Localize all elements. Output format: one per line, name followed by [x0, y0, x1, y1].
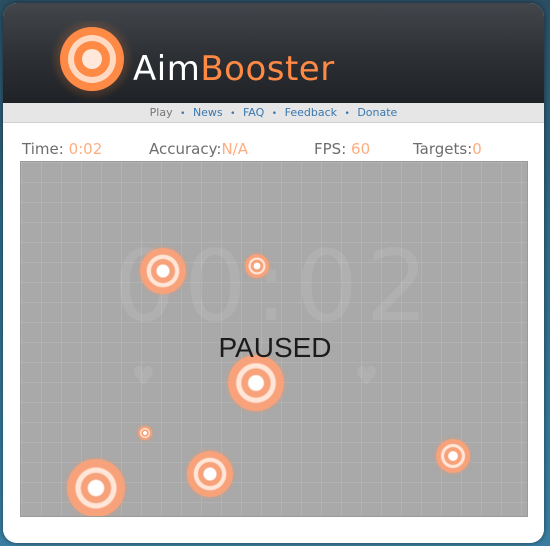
target[interactable] [245, 254, 269, 278]
stats-bar: Time: 0:02 Accuracy:N/A FPS: 60 Targets:… [3, 137, 544, 161]
target[interactable] [138, 426, 152, 440]
logo-wordmark[interactable]: AimBooster [133, 49, 335, 89]
time-colon: : [58, 140, 64, 158]
nav-feedback-link[interactable]: Feedback [285, 106, 337, 119]
nav-play-link[interactable]: Play [150, 106, 173, 119]
nav-separator: • [180, 109, 186, 119]
fps-value: 60 [351, 140, 371, 158]
game-arena[interactable]: 00:02 ♥ ♥ ♥ PAUSED [20, 161, 528, 517]
accuracy-label: Accuracy [149, 140, 217, 158]
stat-fps: FPS: 60 [314, 137, 370, 161]
logo-word-booster: Booster [200, 49, 335, 89]
target[interactable] [67, 459, 125, 516]
nav-donate-link[interactable]: Donate [357, 106, 397, 119]
paused-label: PAUSED [218, 332, 332, 363]
nav-separator: • [271, 109, 278, 119]
footer-padding [3, 517, 544, 543]
time-label: Time [22, 140, 59, 158]
nav-separator: • [230, 109, 236, 119]
header: AimBooster [3, 3, 544, 103]
game-window: AimBooster Play • News • FAQ • Feedback … [3, 3, 544, 543]
nav-separator: • [344, 109, 350, 119]
targets-value: 0 [472, 140, 482, 158]
stat-time: Time: 0:02 [22, 137, 102, 161]
fps-label: FPS [314, 140, 342, 158]
nav-news-link[interactable]: News [193, 106, 223, 119]
background-timer: 00:02 [113, 230, 437, 344]
concentric-target-icon[interactable] [49, 21, 135, 107]
target[interactable] [187, 451, 233, 497]
target[interactable] [436, 439, 470, 473]
time-value: 0:02 [68, 140, 103, 158]
stat-accuracy: Accuracy:N/A [149, 137, 248, 161]
stat-targets: Targets:0 [413, 137, 482, 161]
nav-bar: Play • News • FAQ • Feedback • Donate [3, 103, 544, 123]
accuracy-value: N/A [221, 140, 248, 158]
logo-word-aim: Aim [133, 49, 201, 89]
targets-label: Targets [413, 140, 468, 158]
nav-faq-link[interactable]: FAQ [243, 106, 264, 119]
fps-colon: : [341, 140, 347, 158]
target[interactable] [140, 248, 186, 294]
